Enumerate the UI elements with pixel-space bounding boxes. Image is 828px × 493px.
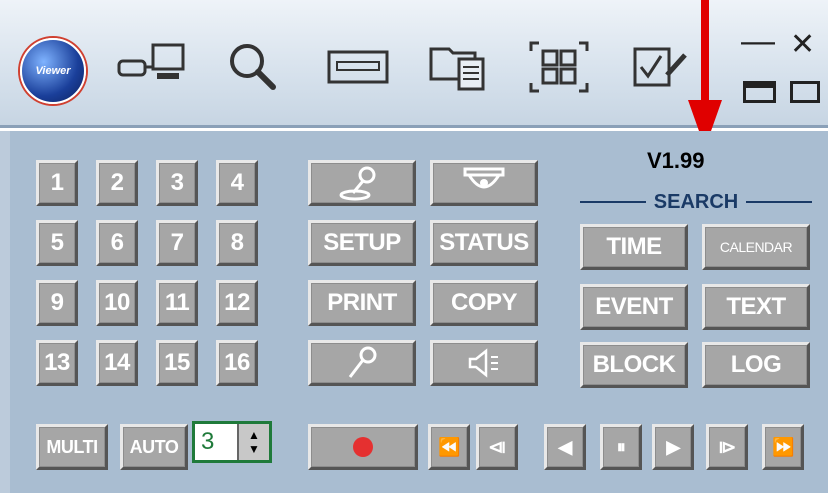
channel-button-6[interactable]: 6	[96, 220, 138, 266]
copy-button[interactable]: COPY	[430, 280, 538, 326]
setup-button[interactable]: SETUP	[308, 220, 416, 266]
stepper-arrows[interactable]: ▲ ▼	[237, 424, 269, 460]
ptz-joystick-icon	[339, 166, 376, 201]
search-header: SEARCH	[580, 190, 813, 214]
app-logo[interactable]: Viewer	[20, 38, 86, 104]
channel-button-2[interactable]: 2	[96, 160, 138, 206]
dome-camera-icon	[463, 167, 505, 189]
channel-button-15[interactable]: 15	[156, 340, 198, 386]
channel-button-11[interactable]: 11	[156, 280, 198, 326]
maximize-button[interactable]	[743, 81, 776, 103]
network-button[interactable]	[105, 30, 200, 104]
auto-interval-value: 3	[201, 428, 215, 455]
search-block-button[interactable]: BLOCK	[580, 342, 688, 388]
channel-button-4[interactable]: 4	[216, 160, 258, 206]
close-button[interactable]: ✕	[790, 30, 815, 60]
dvr-button[interactable]	[310, 30, 405, 104]
status-button[interactable]: STATUS	[430, 220, 538, 266]
restore-button[interactable]	[790, 81, 820, 103]
arrow-down-icon[interactable]: ▼	[248, 442, 260, 456]
channel-button-13[interactable]: 13	[36, 340, 78, 386]
channel-button-5[interactable]: 5	[36, 220, 78, 266]
fast-forward-button[interactable]: ⏩	[762, 424, 804, 470]
version-label: V1.99	[647, 148, 705, 173]
channel-button-3[interactable]: 3	[156, 160, 198, 206]
divider	[580, 201, 646, 203]
dvr-icon	[327, 50, 388, 84]
search-calendar-button[interactable]: CALENDAR	[702, 224, 810, 270]
fullscreen-button[interactable]	[510, 30, 605, 104]
arrow-up-icon[interactable]: ▲	[248, 428, 260, 442]
multi-button[interactable]: MULTI	[36, 424, 108, 470]
microphone-icon	[348, 346, 377, 378]
channel-button-14[interactable]: 14	[96, 340, 138, 386]
annotation-arrow-icon	[688, 0, 722, 148]
search-event-button[interactable]: EVENT	[580, 284, 688, 330]
step-back-button[interactable]: ⧏	[476, 424, 518, 470]
microphone-button[interactable]	[308, 340, 416, 386]
search-text-button[interactable]: TEXT	[702, 284, 810, 330]
channel-button-10[interactable]: 10	[96, 280, 138, 326]
search-toolbar-button[interactable]	[205, 30, 300, 104]
fullscreen-icon	[529, 41, 588, 93]
camera-button[interactable]	[430, 160, 538, 206]
reverse-play-button[interactable]: ◀	[544, 424, 586, 470]
speaker-button[interactable]	[430, 340, 538, 386]
folder-button[interactable]	[410, 30, 505, 104]
play-button[interactable]: ▶	[652, 424, 694, 470]
folder-icon	[429, 47, 484, 91]
ptz-button[interactable]	[308, 160, 416, 206]
checklist-icon	[633, 47, 687, 87]
channel-button-9[interactable]: 9	[36, 280, 78, 326]
search-log-button[interactable]: LOG	[702, 342, 810, 388]
channel-button-1[interactable]: 1	[36, 160, 78, 206]
channel-button-8[interactable]: 8	[216, 220, 258, 266]
auto-interval-stepper[interactable]: 3 ▲ ▼	[192, 421, 272, 463]
rewind-button[interactable]: ⏪	[428, 424, 470, 470]
record-icon	[353, 437, 373, 457]
divider	[746, 201, 813, 203]
channel-button-16[interactable]: 16	[216, 340, 258, 386]
search-icon	[229, 44, 276, 90]
step-forward-button[interactable]: ⧐	[706, 424, 748, 470]
network-icon	[117, 43, 184, 79]
pause-button[interactable]: ⏸	[600, 424, 642, 470]
channel-button-7[interactable]: 7	[156, 220, 198, 266]
minimize-button[interactable]: —	[741, 24, 775, 58]
record-button[interactable]	[308, 424, 418, 470]
channel-button-12[interactable]: 12	[216, 280, 258, 326]
search-time-button[interactable]: TIME	[580, 224, 688, 270]
print-button[interactable]: PRINT	[308, 280, 416, 326]
auto-button[interactable]: AUTO	[120, 424, 188, 470]
speaker-icon	[468, 348, 498, 378]
